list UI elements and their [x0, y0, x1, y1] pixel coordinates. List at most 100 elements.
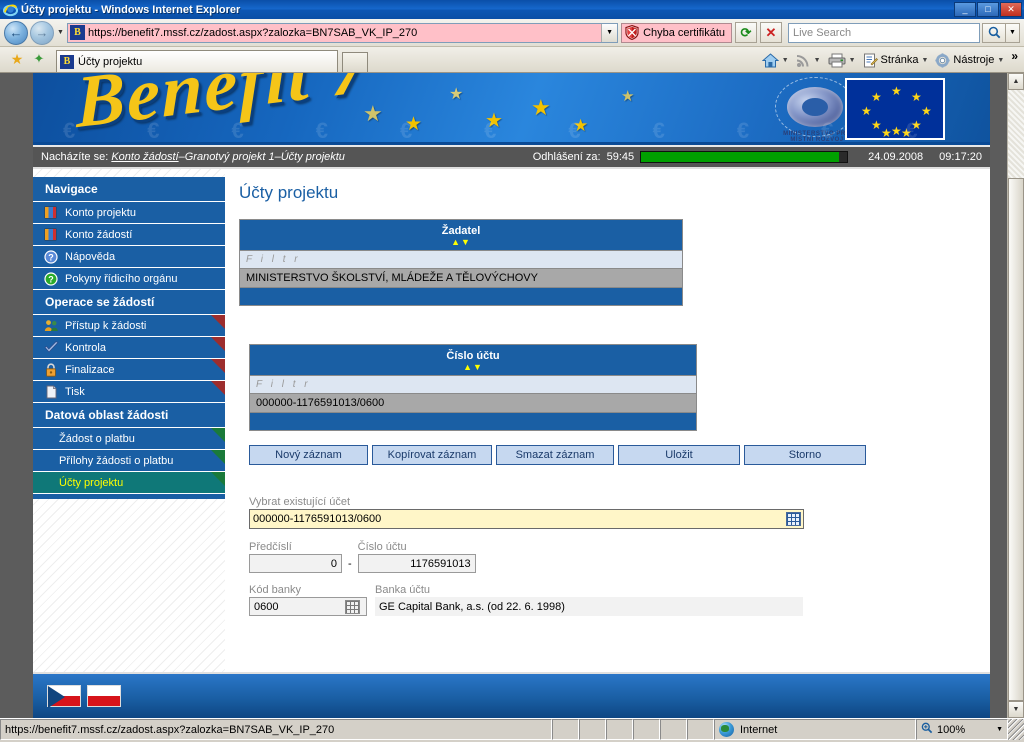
new-record-button[interactable]: Nový záznam	[249, 445, 368, 465]
tab-favicon: B	[60, 54, 74, 69]
page-menu-button[interactable]: Stránka ▼	[861, 49, 934, 71]
status-corner-red	[211, 315, 225, 329]
sort-controls[interactable]: ▲▼	[240, 237, 682, 247]
search-go-button[interactable]	[982, 22, 1006, 43]
sidebar-item-label: Finalizace	[65, 363, 115, 376]
window-title: Účty projektu - Windows Internet Explore…	[21, 3, 241, 16]
svg-text:?: ?	[48, 274, 54, 284]
history-dropdown-icon[interactable]: ▼	[54, 22, 67, 44]
account-grid-header-label: Číslo účtu	[446, 350, 500, 362]
save-button[interactable]: Uložit	[618, 445, 740, 465]
feeds-button[interactable]: ▼	[794, 49, 826, 71]
bank-code-picker-icon[interactable]	[345, 599, 360, 614]
search-input[interactable]: Live Search	[788, 22, 980, 43]
sidebar-item-kontrola[interactable]: Kontrola	[33, 337, 225, 359]
stop-icon[interactable]: ✕	[760, 22, 782, 43]
bank-code-label: Kód banky	[249, 584, 301, 596]
add-favorites-icon[interactable]: ✦	[28, 48, 50, 70]
sidebar-item-label: Konto projektu	[65, 206, 136, 219]
overflow-chevron-icon[interactable]: »	[1009, 49, 1020, 71]
logout-time: 59:45	[606, 151, 635, 163]
cancel-button[interactable]: Storno	[744, 445, 866, 465]
favorites-star-icon[interactable]: ★	[6, 48, 28, 70]
sort-asc-icon[interactable]: ▲	[463, 362, 473, 372]
home-button[interactable]: ▼	[760, 49, 794, 71]
url-dropdown-icon[interactable]: ▼	[601, 23, 618, 42]
poland-flag	[87, 685, 121, 707]
tools-menu-button[interactable]: Nástroje ▼	[933, 49, 1009, 71]
refresh-icon[interactable]: ⟳	[735, 22, 757, 43]
close-button[interactable]: ✕	[1000, 2, 1022, 17]
scrollbar-thumb[interactable]	[1008, 178, 1024, 701]
breadcrumb-current: Účty projektu	[280, 151, 345, 163]
print-button[interactable]: ▼	[826, 49, 861, 71]
certificate-error-button[interactable]: Chyba certifikátu	[621, 22, 732, 43]
web-page: Benefit 7 ★ ★ ★ ★ ★ ★ ★ MINISTERSTVO PRO…	[33, 73, 990, 718]
account-number-input[interactable]: 1176591013	[357, 554, 476, 573]
search-placeholder: Live Search	[793, 26, 852, 39]
scrollbar-track[interactable]	[1008, 90, 1024, 701]
sidebar-item-ucty-projektu[interactable]: Účty projektu	[33, 472, 225, 494]
sort-asc-icon[interactable]: ▲	[451, 237, 461, 247]
sidebar-item-konto-projektu[interactable]: Konto projektu	[33, 202, 225, 224]
certificate-error-label: Chyba certifikátu	[643, 26, 725, 39]
banner-star: ★	[531, 95, 551, 120]
sidebar-item-pristup-k-zadosti[interactable]: Přístup k žádosti	[33, 315, 225, 337]
breadcrumb-link-konto-zadosti[interactable]: Konto žádostí	[111, 151, 178, 163]
page-dropdown-icon[interactable]: ▼	[921, 57, 928, 64]
status-corner-green	[211, 428, 225, 442]
minimize-button[interactable]: _	[954, 2, 976, 17]
page-scrollbar[interactable]: ▲ ▼	[1007, 73, 1024, 718]
delete-record-button[interactable]: Smazat záznam	[496, 445, 614, 465]
tools-menu-label: Nástroje	[953, 54, 995, 66]
current-date: 24.09.2008	[868, 151, 924, 163]
prefix-input[interactable]: 0	[249, 554, 342, 573]
bank-name-value: GE Capital Bank, a.s. (od 22. 6. 1998)	[375, 597, 803, 616]
new-tab-button[interactable]	[342, 52, 368, 72]
forward-button[interactable]: →	[30, 20, 54, 45]
search-dropdown-icon[interactable]: ▼	[1006, 22, 1020, 43]
sidebar-item-label: Nápověda	[65, 250, 116, 263]
table-row[interactable]: MINISTERSTVO ŠKOLSTVÍ, MLÁDEŽE A TĚLOVÝC…	[240, 268, 682, 287]
scroll-up-button[interactable]: ▲	[1008, 73, 1024, 90]
applicant-grid-header[interactable]: Žadatel ▲▼	[240, 220, 682, 250]
maximize-button[interactable]: □	[977, 2, 999, 17]
print-dropdown-icon[interactable]: ▼	[849, 57, 856, 64]
scroll-down-button[interactable]: ▼	[1008, 701, 1024, 718]
zoom-dropdown-icon[interactable]: ▼	[996, 726, 1003, 733]
rss-feed-icon	[796, 54, 809, 67]
resize-grip[interactable]	[1008, 719, 1024, 740]
account-picker-icon[interactable]	[786, 512, 801, 526]
sidebar-item-tisk[interactable]: Tisk	[33, 381, 225, 403]
account-grid-header[interactable]: Číslo účtu ▲▼	[250, 345, 696, 375]
page-title: Účty projektu	[239, 183, 339, 202]
shield-error-icon	[625, 24, 639, 41]
check-icon	[43, 341, 59, 355]
sort-desc-icon[interactable]: ▼	[473, 362, 483, 372]
back-button[interactable]: ←	[4, 20, 28, 45]
applicant-filter-input[interactable]: F i l t r	[240, 250, 682, 268]
session-timer: Odhlášení za: 59:45 24.09.2008 09:17:20	[533, 151, 982, 163]
bank-code-input[interactable]: 0600	[249, 597, 367, 616]
status-pad	[552, 719, 579, 740]
home-dropdown-icon[interactable]: ▼	[782, 57, 789, 64]
sort-controls[interactable]: ▲▼	[250, 362, 696, 372]
table-row[interactable]: 000000-1176591013/0600	[250, 393, 696, 412]
account-filter-input[interactable]: F i l t r	[250, 375, 696, 393]
security-zone[interactable]: Internet	[714, 719, 916, 740]
sidebar-item-konto-zadosti[interactable]: Konto žádostí	[33, 224, 225, 246]
zoom-control[interactable]: 100% ▼	[916, 719, 1008, 740]
copy-record-button[interactable]: Kopírovat záznam	[372, 445, 492, 465]
sidebar-item-zadost-o-platbu[interactable]: Žádost o platbu	[33, 428, 225, 450]
sidebar-item-napoveda[interactable]: ? Nápověda	[33, 246, 225, 268]
sidebar-item-finalizace[interactable]: Finalizace	[33, 359, 225, 381]
feeds-dropdown-icon[interactable]: ▼	[814, 57, 821, 64]
tab-ucty-projektu[interactable]: B Účty projektu	[56, 50, 338, 72]
sort-desc-icon[interactable]: ▼	[461, 237, 471, 247]
url-bar[interactable]: B https://benefit7.mssf.cz/zadost.aspx?z…	[67, 22, 619, 43]
sidebar-item-label: Přístup k žádosti	[65, 319, 147, 332]
sidebar-item-prilohy-zadosti-o-platbu[interactable]: Přílohy žádosti o platbu	[33, 450, 225, 472]
tools-dropdown-icon[interactable]: ▼	[997, 57, 1004, 64]
sidebar-item-pokyny-ridiciho-organu[interactable]: ? Pokyny řídicího orgánu	[33, 268, 225, 290]
select-existing-account-input[interactable]: 000000-1176591013/0600	[249, 509, 804, 529]
